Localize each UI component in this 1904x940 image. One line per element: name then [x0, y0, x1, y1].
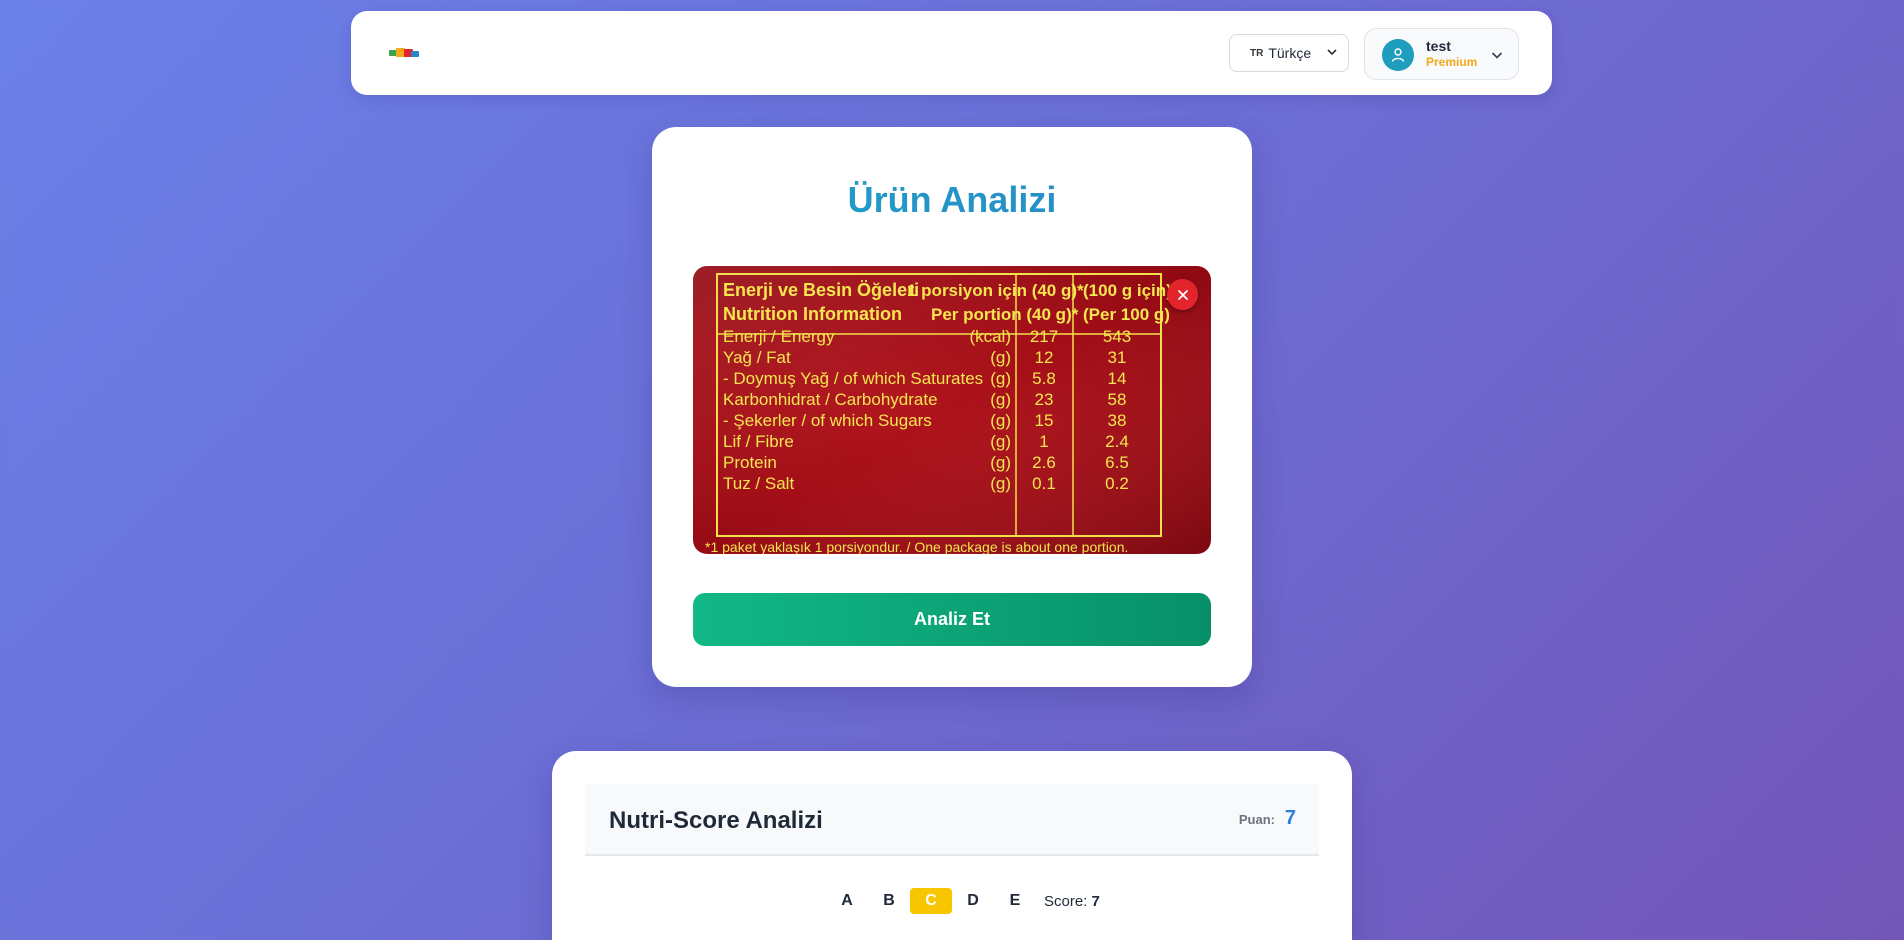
- chevron-down-icon: [1491, 52, 1503, 59]
- label-row-unit: (g): [990, 369, 1011, 388]
- label-row-per100: 543: [1103, 327, 1131, 346]
- label-row-portion: 23: [1035, 390, 1054, 409]
- user-avatar: [1382, 39, 1414, 71]
- nutriscore-header: Nutri-Score Analizi Puan: 7: [585, 784, 1319, 856]
- user-plan-badge: Premium: [1426, 55, 1478, 69]
- grade-d: D: [967, 892, 979, 909]
- product-analysis-card: Ürün Analizi Enerji ve Besin Öğeleri Nut…: [652, 127, 1252, 687]
- score-value: 7: [1091, 892, 1100, 910]
- nutriscore-score: Score: 7: [1044, 893, 1100, 910]
- label-row-per100: 31: [1108, 348, 1127, 367]
- label-header-left-tr: Enerji ve Besin Öğeleri: [723, 280, 919, 300]
- nutrition-label-image: Enerji ve Besin Öğeleri Nutrition Inform…: [693, 266, 1211, 554]
- label-row-portion: 1: [1039, 432, 1048, 451]
- tr-flag-icon: TR: [1250, 47, 1264, 59]
- top-navbar: TR Türkçe test Premium: [351, 11, 1552, 95]
- label-header-portion-en: Per portion (40 g)*: [931, 305, 1079, 324]
- user-menu-button[interactable]: test Premium: [1364, 28, 1519, 80]
- label-header-portion-tr: 1 porsiyon için (40 g)*: [907, 281, 1084, 300]
- chevron-down-icon: [1327, 49, 1337, 56]
- grade-b: B: [883, 892, 895, 909]
- label-row-unit: (g): [990, 390, 1011, 409]
- label-row-per100: 58: [1108, 390, 1127, 409]
- grade-e: E: [1009, 892, 1021, 909]
- label-header-100g-en: (Per 100 g): [1083, 305, 1170, 324]
- label-row-name: Karbonhidrat / Carbohydrate: [723, 390, 938, 409]
- language-select[interactable]: TR Türkçe: [1229, 34, 1349, 72]
- label-row-portion: 2.6: [1032, 453, 1056, 472]
- label-row-unit: (g): [990, 411, 1011, 430]
- label-row-name: - Şekerler / of which Sugars: [723, 411, 932, 430]
- points-label: Puan:: [1238, 812, 1275, 827]
- label-header-100g-tr: (100 g için): [1083, 281, 1172, 300]
- nutriscore-card: Nutri-Score Analizi Puan: 7 A B C D E Sc…: [552, 751, 1352, 940]
- label-row-portion: 217: [1030, 327, 1058, 346]
- user-icon: [1391, 48, 1405, 62]
- label-row-portion: 5.8: [1032, 369, 1056, 388]
- label-row-portion: 12: [1035, 348, 1054, 367]
- close-icon: [1177, 289, 1188, 300]
- analyze-button[interactable]: Analiz Et: [693, 593, 1211, 646]
- label-row-unit: (kcal): [969, 327, 1011, 346]
- label-row-per100: 38: [1108, 411, 1127, 430]
- label-footnote: *1 paket yaklaşık 1 porsiyondur. / One p…: [705, 539, 1128, 554]
- label-row-name: Tuz / Salt: [723, 474, 794, 493]
- label-row-per100: 14: [1108, 369, 1127, 388]
- user-name: test: [1426, 38, 1451, 54]
- label-row-name: Yağ / Fat: [723, 348, 791, 367]
- label-row-name: Protein: [723, 453, 777, 472]
- label-row-unit: (g): [990, 348, 1011, 367]
- label-row-per100: 2.4: [1105, 432, 1129, 451]
- page-title: Ürün Analizi: [652, 179, 1252, 221]
- label-row-portion: 0.1: [1032, 474, 1056, 493]
- label-row-name: Lif / Fibre: [723, 432, 794, 451]
- nutriscore-title: Nutri-Score Analizi: [609, 807, 823, 834]
- grade-a: A: [841, 892, 853, 909]
- label-header-left-en: Nutrition Information: [723, 304, 902, 324]
- score-label: Score:: [1044, 892, 1088, 910]
- label-row-unit: (g): [990, 453, 1011, 472]
- label-row-per100: 6.5: [1105, 453, 1129, 472]
- label-row-unit: (g): [990, 432, 1011, 451]
- label-row-name: Enerji / Energy: [723, 327, 835, 346]
- label-row-unit: (g): [990, 474, 1011, 493]
- app-logo[interactable]: [389, 45, 419, 61]
- remove-image-button[interactable]: [1167, 279, 1198, 310]
- nutriscore-grade-scale: A B C D E Score: 7: [826, 888, 1100, 914]
- label-row-per100: 0.2: [1105, 474, 1129, 493]
- language-label: Türkçe: [1268, 45, 1312, 61]
- label-row-portion: 15: [1035, 411, 1054, 430]
- label-row-name: - Doymuş Yağ / of which Saturates: [723, 369, 983, 388]
- points-value: 7: [1284, 807, 1296, 829]
- grade-c: C: [910, 888, 952, 914]
